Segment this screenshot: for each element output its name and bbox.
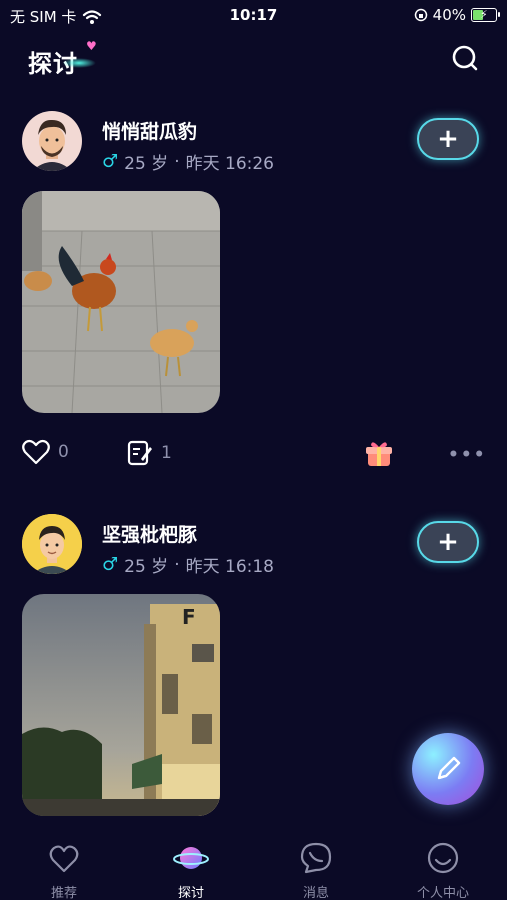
smile-face-icon	[427, 842, 459, 874]
status-bar: 无 SIM 卡 10:17 40% ⚡	[0, 0, 507, 30]
tab-recommend[interactable]: 推荐	[14, 836, 114, 900]
tab-bar: 推荐 探讨 消息 个人中心	[0, 836, 507, 900]
tab-label: 探讨	[177, 886, 204, 900]
post-photo[interactable]: F	[22, 594, 220, 816]
battery-icon: ⚡	[471, 8, 500, 22]
create-post-button[interactable]	[412, 733, 484, 805]
post-time: 昨天 16:26	[185, 154, 274, 174]
gift-icon	[366, 442, 392, 466]
avatar[interactable]	[22, 111, 82, 171]
male-icon: ♂	[102, 554, 119, 575]
male-icon: ♂	[102, 151, 119, 172]
edit-note-icon	[127, 440, 152, 466]
more-icon: •••	[448, 445, 487, 465]
status-right: 40% ⚡	[414, 6, 500, 24]
title-glow	[62, 58, 96, 68]
post-photo[interactable]	[22, 191, 220, 413]
tab-label: 推荐	[50, 886, 77, 900]
follow-button[interactable]: +	[417, 118, 479, 160]
more-button[interactable]: •••	[448, 445, 487, 465]
meta-separator: ·	[174, 554, 180, 575]
comment-count: 1	[161, 443, 172, 463]
follow-button[interactable]: +	[417, 521, 479, 563]
tab-messages[interactable]: 消息	[266, 836, 366, 900]
heart-decoration-icon: ♥	[86, 39, 97, 53]
search-icon[interactable]	[451, 44, 479, 72]
heart-icon	[22, 439, 50, 465]
username[interactable]: 坚强枇杷豚	[102, 520, 197, 547]
age-label: 25 岁	[124, 557, 169, 577]
battery-percent: 40%	[432, 6, 466, 24]
comment-button[interactable]: 1	[127, 439, 172, 467]
heart-chat-icon	[49, 845, 79, 873]
meta-separator: ·	[174, 151, 180, 172]
chat-bubble-icon	[300, 842, 332, 874]
svg-text:F: F	[182, 605, 196, 629]
tab-discuss[interactable]: 探讨	[141, 836, 241, 900]
orientation-lock-icon	[414, 8, 427, 22]
pencil-icon	[437, 756, 461, 780]
post-time: 昨天 16:18	[185, 557, 274, 577]
like-button[interactable]: 0	[22, 439, 69, 465]
tab-profile[interactable]: 个人中心	[393, 836, 493, 900]
username[interactable]: 悄悄甜瓜豹	[102, 117, 197, 144]
plus-icon: +	[437, 124, 459, 154]
post-meta: ♂ 25 岁 · 昨天 16:18	[102, 552, 274, 577]
tab-label: 消息	[302, 886, 329, 900]
header: 探讨 ♥	[0, 30, 507, 86]
plus-icon: +	[437, 527, 459, 557]
avatar[interactable]	[22, 514, 82, 574]
age-label: 25 岁	[124, 154, 169, 174]
gift-button[interactable]	[364, 439, 394, 469]
post-meta: ♂ 25 岁 · 昨天 16:26	[102, 149, 274, 174]
post-actions: 0 1 •••	[0, 439, 507, 469]
planet-icon	[173, 847, 209, 869]
tab-label: 个人中心	[416, 886, 469, 900]
like-count: 0	[58, 442, 69, 462]
